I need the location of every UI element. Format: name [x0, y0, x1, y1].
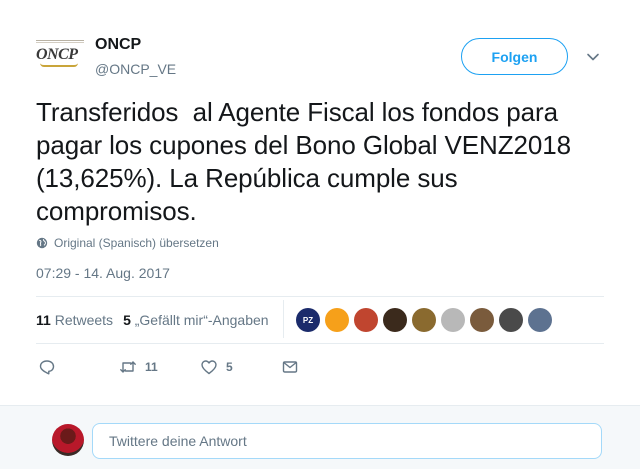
liker-avatar[interactable] — [325, 308, 349, 332]
likes-stat[interactable]: 5 „Gefällt mir“-Angaben — [123, 312, 269, 328]
translate-link[interactable]: Original (Spanisch) übersetzen — [36, 236, 219, 250]
tweet-stats: 11 Retweets 5 „Gefällt mir“-Angaben — [36, 312, 269, 328]
liker-avatar[interactable] — [470, 308, 494, 332]
reply-input[interactable]: Twittere deine Antwort — [92, 423, 602, 459]
logo-caption-line — [36, 40, 84, 43]
reply-icon — [39, 360, 55, 375]
tweet-text: Transferidos al Agente Fiscal los fondos… — [36, 97, 579, 226]
liker-avatar[interactable] — [383, 308, 407, 332]
author-avatar[interactable]: ONCP — [36, 40, 84, 70]
logo-swoosh — [40, 63, 78, 67]
divider — [36, 343, 604, 344]
liker-avatar[interactable] — [412, 308, 436, 332]
tweet-timestamp[interactable]: 07:29 - 14. Aug. 2017 — [36, 265, 170, 281]
globe-icon — [36, 237, 48, 249]
liker-avatar[interactable] — [499, 308, 523, 332]
retweets-stat[interactable]: 11 Retweets — [36, 312, 113, 328]
likes-count: 5 — [123, 312, 131, 328]
author-name[interactable]: ONCP — [95, 36, 141, 54]
retweet-icon — [120, 361, 136, 373]
retweets-label: Retweets — [54, 312, 114, 328]
liker-avatar[interactable] — [528, 308, 552, 332]
likers-list: PZ — [296, 308, 552, 332]
retweet-count: 11 — [145, 360, 158, 374]
liker-avatar[interactable] — [441, 308, 465, 332]
logo-wordmark: ONCP — [36, 46, 78, 63]
user-avatar[interactable] — [52, 424, 84, 456]
translate-label: Original (Spanisch) übersetzen — [54, 236, 219, 250]
tweet-card: ONCP ONCP @ONCP_VE Folgen Transferidos a… — [0, 0, 640, 405]
likes-label: „Gefällt mir“-Angaben — [134, 312, 269, 328]
chevron-down-icon[interactable] — [586, 50, 600, 64]
envelope-icon — [282, 361, 298, 373]
like-button[interactable]: 5 — [200, 358, 233, 376]
liker-avatar[interactable]: PZ — [296, 308, 320, 332]
stats-separator — [283, 300, 284, 338]
reply-placeholder: Twittere deine Antwort — [109, 433, 247, 449]
follow-button[interactable]: Folgen — [461, 38, 568, 75]
author-handle[interactable]: @ONCP_VE — [95, 61, 176, 77]
liker-avatar[interactable] — [354, 308, 378, 332]
like-count: 5 — [226, 360, 233, 374]
retweet-button[interactable]: 11 — [119, 358, 158, 376]
tweet-actions: 11 5 — [36, 358, 336, 378]
direct-message-button[interactable] — [281, 358, 299, 376]
retweets-count: 11 — [36, 312, 51, 328]
reply-button[interactable] — [38, 358, 56, 376]
divider — [36, 296, 604, 297]
heart-icon — [201, 360, 217, 375]
